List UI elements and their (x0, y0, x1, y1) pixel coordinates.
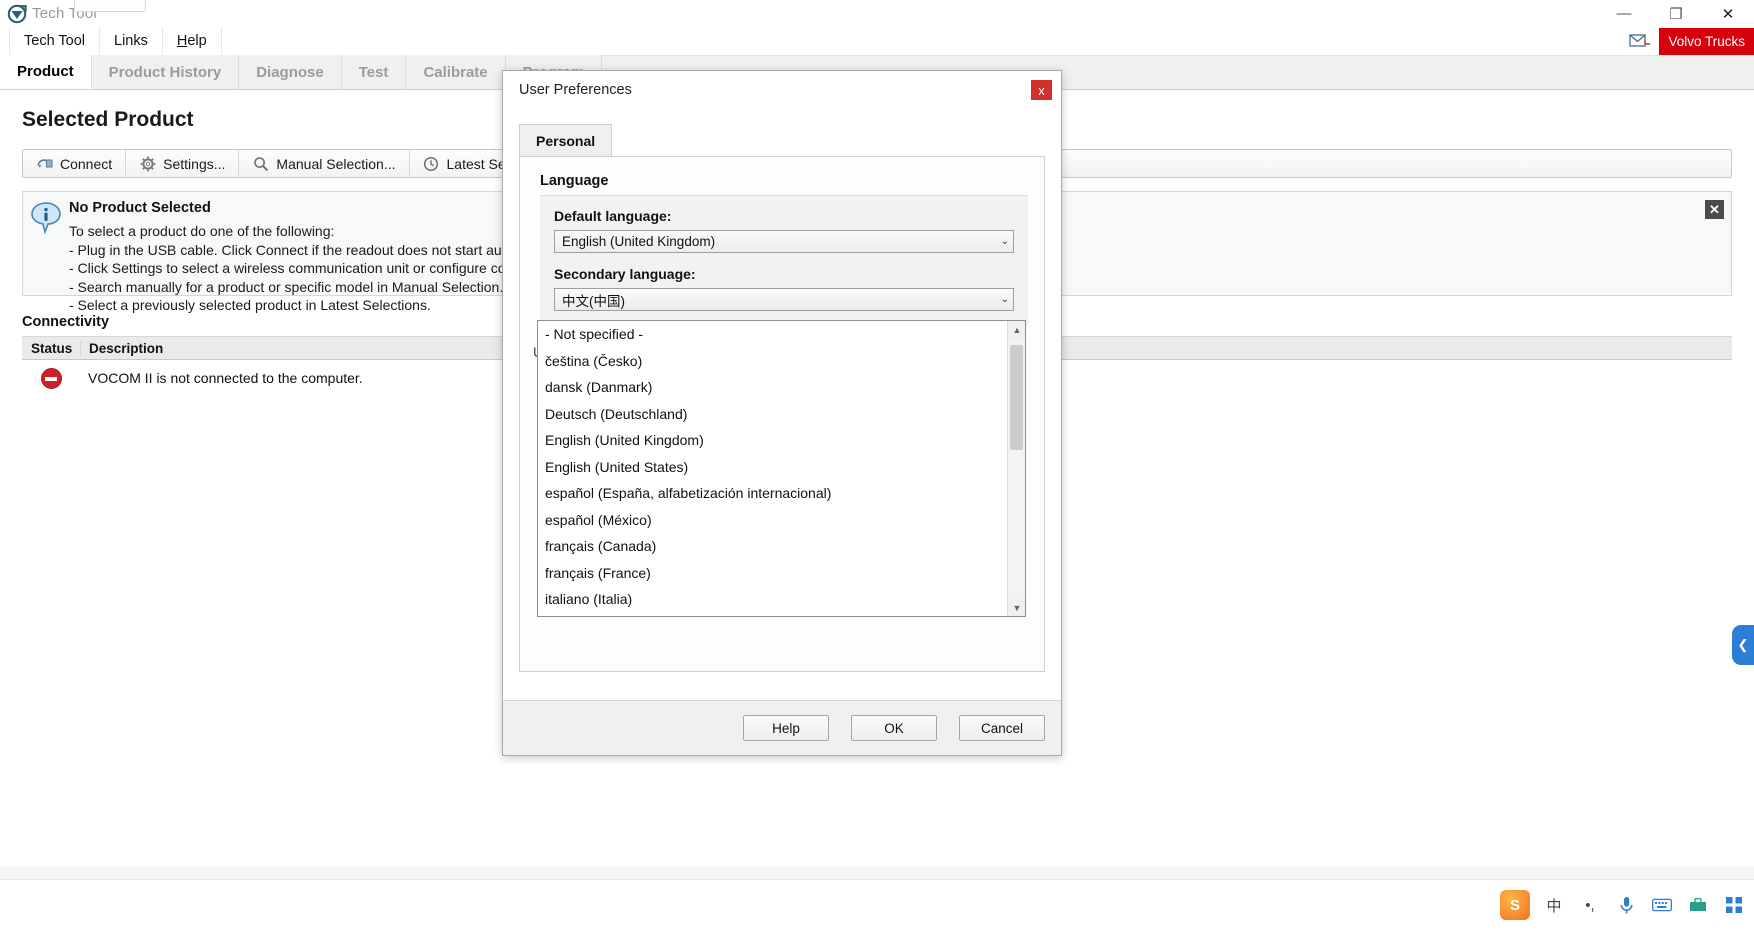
list-item[interactable]: - Not specified - (538, 321, 1006, 348)
menu-bar: Tech Tool Links Help Volvo Trucks (0, 27, 1754, 56)
tab-test[interactable]: Test (342, 55, 407, 89)
horizontal-scrollbar[interactable] (0, 867, 1754, 879)
manual-selection-button[interactable]: Manual Selection... (239, 150, 409, 177)
dialog-title: User Preferences (519, 82, 632, 98)
manual-selection-label: Manual Selection... (276, 156, 395, 172)
brand-area: Volvo Trucks (1629, 27, 1754, 56)
volvo-trucks-badge: Volvo Trucks (1659, 28, 1754, 55)
tab-diagnose[interactable]: Diagnose (239, 55, 342, 89)
language-group-title: Language (540, 173, 1044, 189)
chevron-down-icon: ⌄ (1001, 236, 1009, 247)
toolbox-icon[interactable] (1686, 893, 1710, 917)
list-item[interactable]: čeština (Česko) (538, 348, 1006, 375)
language-group-box: Default language: English (United Kingdo… (540, 195, 1028, 327)
chevron-left-icon[interactable]: ❮ (1732, 625, 1754, 665)
list-item[interactable]: Deutsch (Deutschland) (538, 401, 1006, 428)
connect-plug-icon (36, 155, 53, 172)
secondary-language-dropdown[interactable]: - Not specified - čeština (Česko) dansk … (537, 320, 1026, 617)
cancel-button[interactable]: Cancel (959, 715, 1045, 741)
window-controls: — ❐ ✕ (1598, 0, 1754, 27)
microphone-icon[interactable] (1614, 893, 1638, 917)
list-item[interactable]: dansk (Danmark) (538, 374, 1006, 401)
tab-product-history[interactable]: Product History (92, 55, 240, 89)
menu-links[interactable]: Links (100, 27, 163, 55)
menu-help[interactable]: Help (163, 27, 222, 55)
help-button[interactable]: Help (743, 715, 829, 741)
list-item[interactable]: français (Canada) (538, 533, 1006, 560)
dialog-tab-bar: Personal (519, 124, 1045, 156)
minimize-button[interactable]: — (1598, 0, 1650, 27)
apps-grid-icon[interactable] (1722, 893, 1746, 917)
system-tray: S 中 •, (1500, 890, 1746, 920)
secondary-language-select[interactable]: 中文(中国) ⌄ (554, 288, 1014, 311)
list-item[interactable]: español (España, alfabetización internac… (538, 480, 1006, 507)
settings-label: Settings... (163, 156, 225, 172)
secondary-language-value: 中文(中国) (562, 290, 625, 310)
column-status: Status (22, 341, 80, 356)
ok-button[interactable]: OK (851, 715, 937, 741)
list-item[interactable]: español (México) (538, 507, 1006, 534)
default-language-value: English (United Kingdom) (562, 234, 715, 249)
secondary-language-label: Secondary language: (554, 266, 1014, 282)
clock-icon (423, 155, 440, 172)
close-button[interactable]: ✕ (1702, 0, 1754, 27)
no-entry-icon (41, 368, 62, 389)
list-item[interactable]: français (France) (538, 560, 1006, 587)
application-window: Tech Tool — ❐ ✕ Tech Tool Links Help Vol… (0, 0, 1754, 939)
tab-product[interactable]: Product (0, 55, 92, 89)
chevron-down-icon-2: ⌄ (1001, 294, 1009, 305)
title-ghost-frame (74, 0, 146, 12)
maximize-button[interactable]: ❐ (1650, 0, 1702, 27)
caret-up-icon[interactable]: ▲ (1008, 321, 1026, 338)
gear-icon (139, 155, 156, 172)
dropdown-list: - Not specified - čeština (Česko) dansk … (538, 321, 1006, 616)
mail-icon[interactable] (1629, 33, 1651, 51)
field-gap (554, 253, 1014, 266)
scrollbar-thumb[interactable] (1010, 345, 1023, 450)
connect-label: Connect (60, 156, 112, 172)
info-icon (23, 192, 69, 295)
info-close-icon[interactable]: ✕ (1705, 200, 1724, 219)
keyboard-icon[interactable] (1650, 893, 1674, 917)
default-language-label: Default language: (554, 208, 1014, 224)
list-item[interactable]: English (United Kingdom) (538, 427, 1006, 454)
connectivity-title: Connectivity (22, 314, 109, 330)
punctuation-mode-icon[interactable]: •, (1578, 893, 1602, 917)
dialog-footer: Help OK Cancel (503, 700, 1061, 755)
magnifier-icon (252, 155, 269, 172)
default-language-select[interactable]: English (United Kingdom) ⌄ (554, 230, 1014, 253)
tab-personal[interactable]: Personal (519, 124, 612, 156)
chinese-input-mode-icon[interactable]: 中 (1542, 893, 1566, 917)
caret-down-icon[interactable]: ▼ (1008, 599, 1026, 616)
tab-calibrate[interactable]: Calibrate (406, 55, 505, 89)
dropdown-scrollbar[interactable]: ▲ ▼ (1007, 321, 1025, 616)
title-bar: Tech Tool — ❐ ✕ (0, 0, 1754, 27)
connect-button[interactable]: Connect (23, 150, 126, 177)
dialog-close-icon[interactable]: x (1031, 80, 1052, 100)
sogou-ime-icon[interactable]: S (1500, 890, 1530, 920)
volvo-iron-mark-icon (6, 3, 28, 25)
menu-tech-tool[interactable]: Tech Tool (9, 27, 100, 55)
settings-button[interactable]: Settings... (126, 150, 239, 177)
menu-help-label: elp (187, 33, 206, 49)
taskbar: S 中 •, (0, 879, 1754, 939)
status-cell (22, 368, 80, 389)
list-item[interactable]: English (United States) (538, 454, 1006, 481)
list-item[interactable]: italiano (Italia) (538, 586, 1006, 613)
